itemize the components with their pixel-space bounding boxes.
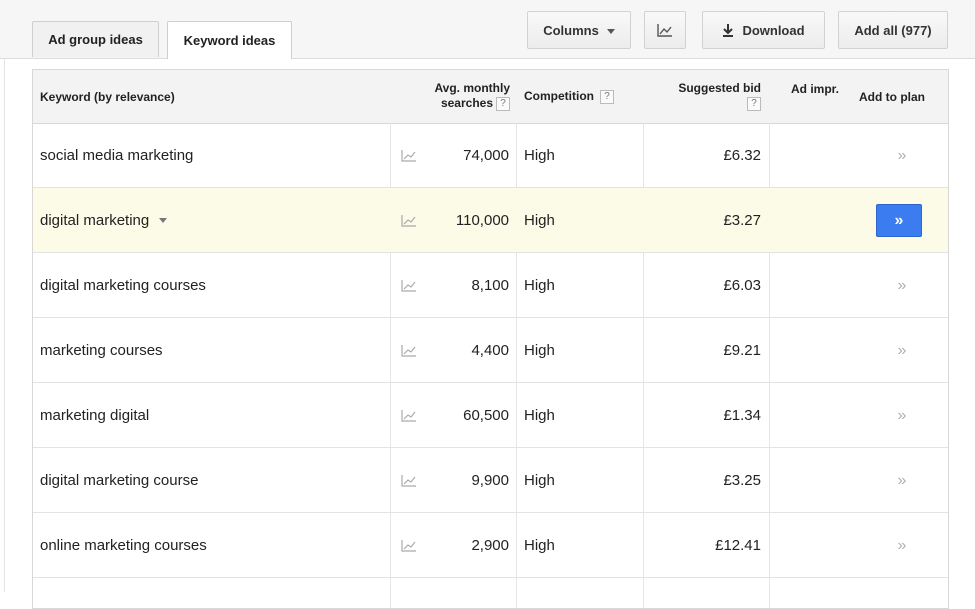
header-avg-line2: searches — [440, 96, 493, 110]
searches-cell: 9,900 — [471, 472, 509, 489]
keyword-cell: digital marketing course — [40, 472, 199, 489]
searches-cell: 74,000 — [463, 147, 509, 164]
table-header: Keyword (by relevance) Avg. monthly sear… — [33, 70, 948, 124]
help-icon[interactable]: ? — [747, 96, 761, 111]
header-keyword[interactable]: Keyword (by relevance) — [40, 90, 175, 105]
bid-cell[interactable]: £6.32 — [613, 123, 761, 188]
add-to-plan-button[interactable]: » — [879, 253, 925, 318]
header-avg-line1: Avg. monthly — [434, 81, 510, 95]
table-row: marketing digital 60,500 High £1.34 » — [33, 383, 948, 448]
competition-cell: High — [524, 147, 555, 164]
header-bid-line1: Suggested bid — [678, 81, 761, 95]
tab-ad-group-ideas[interactable]: Ad group ideas — [32, 21, 159, 57]
help-icon[interactable]: ? — [600, 89, 614, 104]
add-to-plan-button[interactable]: » — [876, 204, 922, 237]
add-to-plan-button[interactable]: » — [879, 513, 925, 578]
columns-label: Columns — [543, 22, 599, 38]
searches-cell: 60,500 — [463, 407, 509, 424]
bid-cell[interactable]: £1.34 — [613, 383, 761, 448]
keyword-cell: digital marketing courses — [40, 277, 206, 294]
header-suggested-bid[interactable]: Suggested bid ? — [633, 81, 761, 111]
header-competition[interactable]: Competition? — [524, 89, 614, 104]
searches-cell: 110,000 — [455, 212, 509, 229]
keyword-cell: online marketing courses — [40, 537, 207, 554]
bid-cell[interactable]: £6.03 — [613, 253, 761, 318]
download-label: Download — [742, 22, 805, 38]
table-row: social media marketing 74,000 High £6.32… — [33, 123, 948, 188]
sparkline-icon[interactable] — [401, 123, 417, 188]
keyword-cell: social media marketing — [40, 147, 194, 164]
add-to-plan-button[interactable]: » — [879, 318, 925, 383]
keyword-cell: digital marketing — [40, 188, 168, 253]
table-row: digital marketing course 9,900 High £3.2… — [33, 448, 948, 513]
searches-cell: 4,400 — [471, 342, 509, 359]
columns-button[interactable]: Columns — [527, 11, 631, 49]
left-border — [4, 58, 5, 592]
sparkline-icon[interactable] — [401, 448, 417, 513]
keyword-text: digital marketing — [40, 212, 150, 229]
keyword-cell: marketing digital — [40, 407, 150, 424]
table-row: online marketing courses 2,900 High £12.… — [33, 513, 948, 578]
competition-cell: High — [524, 472, 555, 489]
table-row: digital marketing courses 8,100 High £6.… — [33, 253, 948, 318]
chart-toggle-button[interactable] — [644, 11, 686, 49]
sparkline-icon[interactable] — [401, 188, 417, 253]
competition-cell: High — [524, 342, 555, 359]
table-row: marketing courses 4,400 High £9.21 » — [33, 318, 948, 383]
header-add-to-plan: Add to plan — [859, 90, 925, 104]
sparkline-icon[interactable] — [401, 253, 417, 318]
add-to-plan-button[interactable]: » — [879, 448, 925, 513]
bid-cell[interactable]: £9.21 — [613, 318, 761, 383]
header-competition-label: Competition — [524, 89, 594, 103]
bid-cell[interactable]: £12.41 — [613, 513, 761, 578]
keyword-ideas-table: Keyword (by relevance) Avg. monthly sear… — [32, 69, 949, 609]
help-icon[interactable]: ? — [496, 96, 510, 111]
sparkline-icon[interactable] — [401, 383, 417, 448]
header-avg-monthly-searches[interactable]: Avg. monthly searches? — [414, 81, 510, 111]
sparkline-icon[interactable] — [401, 318, 417, 383]
add-to-plan-button[interactable]: » — [879, 123, 925, 188]
searches-cell: 8,100 — [471, 277, 509, 294]
add-all-button[interactable]: Add all (977) — [838, 11, 948, 49]
bid-cell[interactable]: £3.25 — [613, 448, 761, 513]
competition-cell: High — [524, 277, 555, 294]
table-row: digital marketing 110,000 High £3.27 » — [33, 188, 948, 253]
download-icon — [723, 24, 734, 37]
bid-cell[interactable]: £3.27 — [613, 188, 761, 253]
keyword-cell: marketing courses — [40, 342, 163, 359]
searches-cell: 2,900 — [471, 537, 509, 554]
competition-cell: High — [524, 407, 555, 424]
tab-keyword-ideas[interactable]: Keyword ideas — [167, 21, 292, 59]
header-ad-impr[interactable]: Ad impr. — [791, 82, 839, 97]
chevron-down-icon — [606, 28, 615, 34]
add-to-plan-button[interactable]: » — [879, 383, 925, 448]
competition-cell: High — [524, 537, 555, 554]
sparkline-icon[interactable] — [401, 513, 417, 578]
line-chart-icon — [657, 24, 672, 37]
competition-cell: High — [524, 212, 555, 229]
chevron-down-icon[interactable] — [159, 218, 168, 223]
download-button[interactable]: Download — [702, 11, 825, 49]
